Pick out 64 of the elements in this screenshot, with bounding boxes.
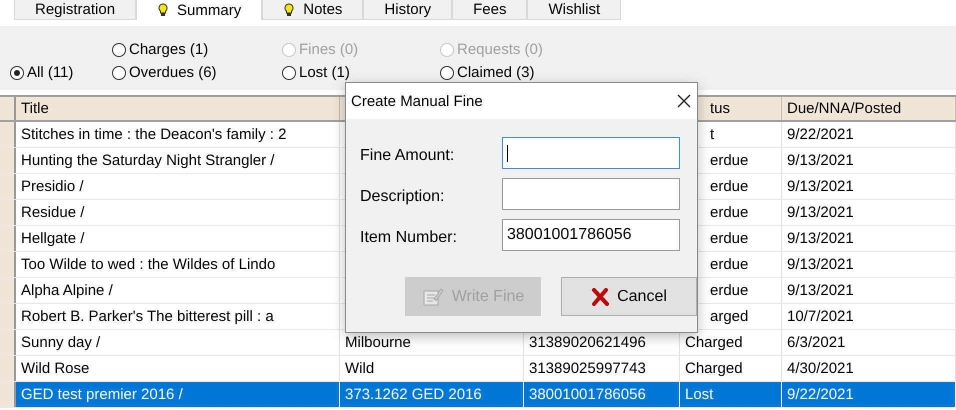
tab[interactable]: History: [363, 0, 452, 20]
table-cell: 9/22/2021: [782, 122, 956, 147]
tab[interactable]: Fees: [452, 0, 528, 20]
table-cell: 9/13/2021: [782, 252, 956, 277]
table-cell: Robert B. Parker's The bitterest pill : a: [16, 304, 340, 329]
table-cell: 38001001786056: [524, 382, 680, 407]
radio-button[interactable]: All (11): [10, 63, 112, 82]
tab[interactable]: Notes: [262, 0, 364, 20]
radio-button[interactable]: Claimed (3): [440, 63, 543, 82]
table-cell: 9/13/2021: [782, 174, 956, 199]
table-cell: 373.1262 GED 2016: [340, 382, 524, 407]
close-icon[interactable]: [677, 94, 691, 108]
table-cell: Residue /: [16, 200, 340, 225]
cancel-button[interactable]: Cancel: [561, 277, 697, 316]
row-header: [0, 304, 16, 329]
row-header: [0, 278, 16, 303]
table-cell: 10/7/2021: [782, 304, 956, 329]
table-cell: 6/3/2021: [782, 330, 956, 355]
x-icon: [591, 288, 610, 306]
tab[interactable]: Registration: [14, 0, 136, 20]
table-cell: 31389025997743: [524, 356, 680, 381]
radio-button[interactable]: Overdues (6): [112, 63, 282, 82]
radio-button[interactable]: Lost (1): [282, 63, 440, 82]
row-header: [0, 226, 16, 251]
tab[interactable]: Summary: [136, 0, 262, 20]
row-header: [0, 356, 16, 381]
column-header[interactable]: Due/NNA/Posted: [782, 97, 956, 120]
table-cell: Stitches in time : the Deacon's family : 2: [16, 122, 340, 147]
row-header: [0, 330, 16, 355]
lightbulb-icon: [283, 2, 296, 16]
row-header: [0, 382, 16, 407]
table-cell: 9/13/2021: [782, 148, 956, 173]
input-field[interactable]: [502, 137, 680, 169]
radio-button[interactable]: Charges (1): [112, 40, 282, 59]
row-header: [0, 200, 16, 225]
input-field[interactable]: [502, 178, 680, 210]
table-cell: Hellgate /: [16, 226, 340, 251]
row-header: [0, 148, 16, 173]
column-header[interactable]: Title: [16, 97, 340, 120]
field-label: Item Number:: [360, 228, 457, 247]
table-cell: Presidio /: [16, 174, 340, 199]
row-header: [0, 252, 16, 277]
field-label: Fine Amount:: [360, 146, 454, 165]
table-cell: GED test premier 2016 /: [16, 382, 340, 407]
table-cell: Wild: [340, 356, 524, 381]
table-cell: Hunting the Saturday Night Strangler /: [16, 148, 340, 173]
table-cell: Too Wilde to wed : the Wildes of Lindo: [16, 252, 340, 277]
row-header: [0, 174, 16, 199]
table-cell: Wild Rose: [16, 356, 340, 381]
table-cell: 9/13/2021: [782, 278, 956, 303]
lightbulb-icon: [157, 3, 170, 17]
field-label: Description:: [360, 187, 444, 206]
table-cell: Alpha Alpine /: [16, 278, 340, 303]
table-cell: Charged: [680, 356, 782, 381]
table-cell: 9/22/2021: [782, 382, 956, 407]
table-cell: 9/13/2021: [782, 226, 956, 251]
input-field[interactable]: 38001001786056: [502, 219, 680, 251]
table-cell: Sunny day /: [16, 330, 340, 355]
dialog-title: Create Manual Fine: [351, 92, 483, 110]
document-pen-icon: [422, 286, 444, 306]
table-cell: 9/13/2021: [782, 200, 956, 225]
tab[interactable]: Wishlist: [527, 0, 622, 20]
table-cell: Lost: [680, 382, 782, 407]
table-cell: 4/30/2021: [782, 356, 956, 381]
